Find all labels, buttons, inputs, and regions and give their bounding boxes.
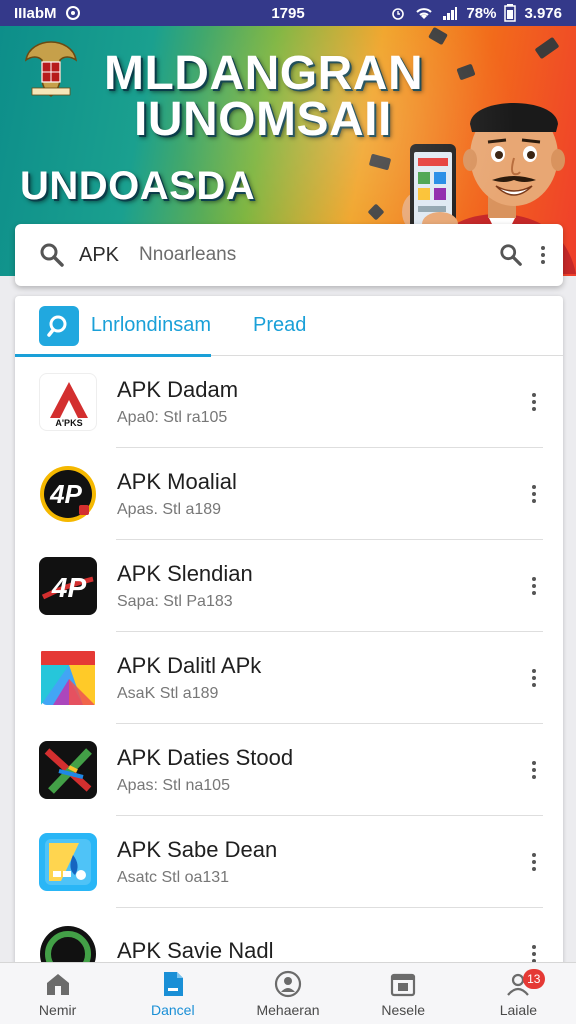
more-options-icon[interactable] <box>519 750 549 790</box>
nav-members-label: Mehaeran <box>256 1001 320 1018</box>
nav-schedule[interactable]: Nesele <box>346 963 461 1024</box>
app-title: APK Savie Nadl <box>117 938 274 963</box>
app-title: APK Daties Stood <box>117 745 294 770</box>
svg-text:4P: 4P <box>51 572 87 603</box>
tab-secondary-label: Pread <box>253 314 307 336</box>
search-more-icon[interactable] <box>541 246 545 264</box>
flying-phone-icon <box>428 26 448 46</box>
colorful-tiles-icon <box>39 649 97 707</box>
notification-icon <box>65 6 80 20</box>
calendar-icon <box>391 973 416 996</box>
more-options-icon[interactable] <box>519 566 549 606</box>
app-subtitle: Apas: Stl na105 <box>117 777 230 794</box>
svg-text:A'PKS: A'PKS <box>55 418 82 428</box>
nav-profile[interactable]: Laiale 13 <box>461 963 576 1024</box>
app-subtitle: Apas. Stl a189 <box>117 501 222 518</box>
app-subtitle: Asatc Stl oa131 <box>117 869 230 886</box>
svg-text:4P: 4P <box>49 479 82 509</box>
carrier-label: IIIabM <box>14 4 57 22</box>
flying-phone-icon <box>367 203 385 221</box>
tab-search-icon <box>39 305 79 346</box>
tab-secondary[interactable]: Pread <box>211 296 306 356</box>
nav-downloads[interactable]: Dancel <box>115 963 230 1024</box>
tab-bar: Lnrlondinsam Pread <box>15 296 563 357</box>
app-subtitle: Sapa: Stl Pa183 <box>117 593 233 610</box>
wifi-icon <box>416 8 433 19</box>
tab-primary[interactable]: Lnrlondinsam <box>15 296 211 357</box>
status-bar: IIIabM 1795 78% 3.976 <box>0 0 576 26</box>
flying-phone-icon <box>456 63 476 81</box>
nav-profile-label: Laiale <box>499 1001 538 1018</box>
app-title: APK Moalial <box>117 469 237 494</box>
banner-title-line3: UNDOASDA <box>20 164 256 208</box>
garuda-emblem-icon <box>24 41 78 97</box>
list-item[interactable]: 4P APK Moalial Apas. Stl a189 <box>15 448 563 540</box>
search-query[interactable]: APK <box>79 244 119 267</box>
alarm-icon <box>392 8 405 20</box>
battery-icon <box>504 4 517 22</box>
red-a-logo-icon: A'PKS <box>39 373 97 431</box>
more-options-icon[interactable] <box>519 382 549 422</box>
green-x-logo-icon <box>39 741 97 799</box>
status-extra: 3.976 <box>524 4 562 22</box>
more-options-icon[interactable] <box>519 842 549 882</box>
4p-circle-logo-icon: 4P <box>39 465 97 523</box>
list-item[interactable]: APK Sabe Dean Asatc Stl oa131 <box>15 816 563 908</box>
more-options-icon[interactable] <box>519 474 549 514</box>
nav-downloads-label: Dancel <box>151 1001 195 1018</box>
nav-schedule-label: Nesele <box>381 1001 425 1018</box>
app-list-panel: Lnrlondinsam Pread A'PKS APK Dadam Apa0:… <box>15 296 563 996</box>
more-options-icon[interactable] <box>519 658 549 698</box>
search-bar[interactable]: APK Nnoarleans <box>15 224 563 286</box>
app-list: A'PKS APK Dadam Apa0: Stl ra105 4P APK M… <box>15 356 563 996</box>
user-circle-icon <box>274 970 302 997</box>
app-title: APK Dadam <box>117 377 239 402</box>
tab-primary-label: Lnrlondinsam <box>90 314 211 336</box>
flying-phone-icon <box>534 36 560 60</box>
list-item[interactable]: APK Dalitl APk AsaK Stl a189 <box>15 632 563 724</box>
list-item[interactable]: A'PKS APK Dadam Apa0: Stl ra105 <box>15 356 563 448</box>
app-title: APK Sabe Dean <box>117 837 278 862</box>
nav-home-label: Nemir <box>38 1001 77 1018</box>
banner-title-line2: IUNOMSAII <box>134 93 392 146</box>
app-subtitle: AsaK Stl a189 <box>117 685 219 702</box>
app-title: APK Dalitl APk <box>117 653 262 678</box>
flying-phone-icon <box>368 153 392 171</box>
search-icon <box>40 243 64 267</box>
home-icon <box>46 973 69 995</box>
4p-black-logo-icon: 4P <box>39 557 97 615</box>
notification-badge: 13 <box>522 969 545 989</box>
bottom-navigation: Nemir Dancel Mehaeran Nesele Laiale 13 <box>0 962 576 1024</box>
list-item[interactable]: 4P APK Slendian Sapa: Stl Pa183 <box>15 540 563 632</box>
battery-percent: 78% <box>466 4 497 22</box>
nav-home[interactable]: Nemir <box>0 963 115 1024</box>
search-submit-icon[interactable] <box>499 243 523 267</box>
blue-yellow-app-icon <box>39 833 97 891</box>
app-subtitle: Apa0: Stl ra105 <box>117 409 228 426</box>
search-placeholder[interactable]: Nnoarleans <box>139 244 499 266</box>
list-item[interactable]: APK Daties Stood Apas: Stl na105 <box>15 724 563 816</box>
status-time: 1795 <box>271 4 305 22</box>
nav-members[interactable]: Mehaeran <box>230 963 345 1024</box>
app-title: APK Slendian <box>117 561 253 586</box>
signal-icon <box>443 7 458 20</box>
document-icon <box>163 971 183 996</box>
banner-title-line1: MLDANGRAN <box>104 47 424 100</box>
